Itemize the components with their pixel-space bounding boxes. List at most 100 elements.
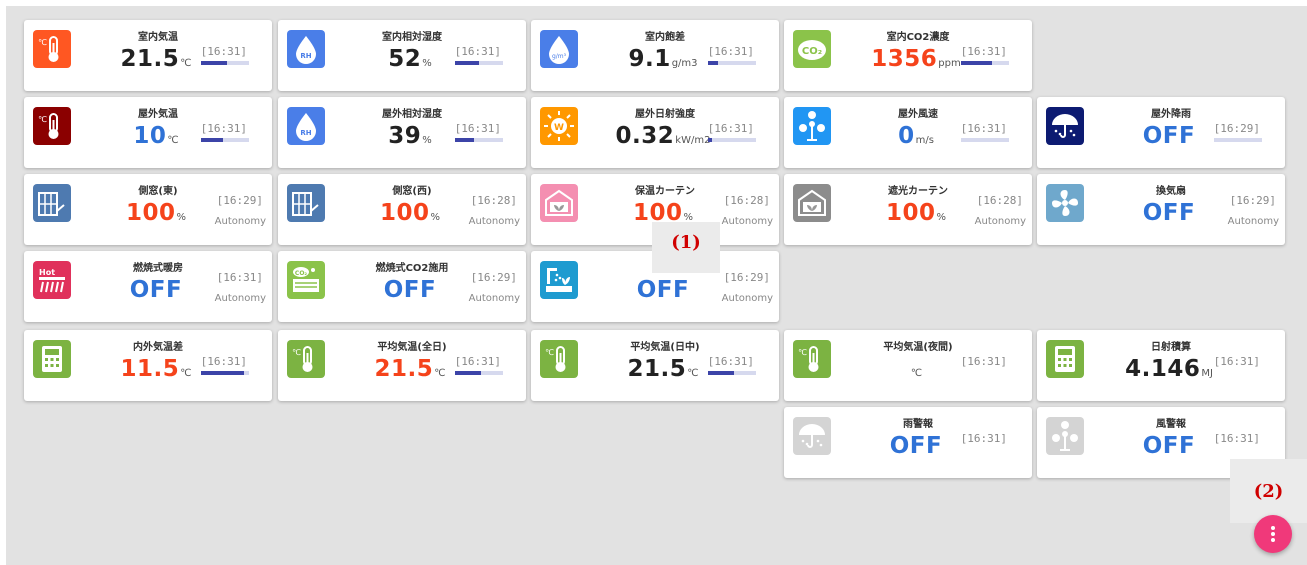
card-timestamp: [16:31] <box>216 271 263 284</box>
card-unit: MJ <box>1201 368 1213 379</box>
card-timestamp: [16:31] <box>707 355 754 368</box>
card-value-row: OFF <box>336 277 484 303</box>
fan-icon <box>1046 184 1084 222</box>
sensor-card[interactable]: 側窓(西) 100% [16:28] Autonomy <box>278 174 526 245</box>
level-bar <box>201 138 249 142</box>
card-value: 0 <box>898 123 915 149</box>
level-bar-fill <box>201 138 223 142</box>
card-value-row: OFF <box>589 277 737 303</box>
card-title: 雨警報 <box>903 419 933 430</box>
sensor-card[interactable]: ℃ 平均気温(全日) 21.5℃ [16:31] <box>278 330 526 401</box>
card-value-row: OFF <box>82 277 230 303</box>
sensor-card[interactable]: 遮光カーテン 100% [16:28] Autonomy <box>784 174 1032 245</box>
card-title: 屋外降雨 <box>1151 109 1191 120</box>
level-bar-fill <box>201 61 228 65</box>
sensor-card[interactable]: 側窓(東) 100% [16:29] Autonomy <box>24 174 272 245</box>
card-unit: ℃ <box>180 58 192 69</box>
level-bar <box>1214 138 1262 142</box>
card-title: 側窓(東) <box>138 186 178 197</box>
card-unit: % <box>936 212 947 223</box>
card-timestamp: [16:28] <box>976 194 1023 207</box>
svg-text:RH: RH <box>300 129 311 137</box>
sensor-card[interactable]: 換気扇 OFF [16:29] Autonomy <box>1037 174 1285 245</box>
card-unit: ℃ <box>167 135 179 146</box>
anemometer-icon <box>1046 417 1084 455</box>
sensor-card[interactable]: CO₂ 燃焼式CO2施用 OFF [16:29] Autonomy <box>278 251 526 322</box>
level-bar <box>708 61 756 65</box>
autonomy-label: Autonomy <box>468 293 520 304</box>
card-value: OFF <box>129 277 183 303</box>
sensor-card[interactable]: W 屋外日射強度 0.32kW/m2 [16:31] <box>531 97 779 168</box>
card-timestamp: [16:29] <box>216 194 263 207</box>
more-menu-button[interactable] <box>1254 515 1292 553</box>
sensor-card[interactable]: Hot 燃焼式暖房 OFF [16:31] Autonomy <box>24 251 272 322</box>
autonomy-label: Autonomy <box>214 216 266 227</box>
card-unit: kW/m2 <box>675 135 711 146</box>
sensor-card[interactable]: 屋外風速 0m/s [16:31] <box>784 97 1032 168</box>
card-value: 1356 <box>871 46 938 72</box>
card-title: 平均気温(夜間) <box>883 342 953 353</box>
card-timestamp: [16:31] <box>1213 355 1260 368</box>
card-value: 100 <box>885 200 936 226</box>
thermometer-icon: ℃ <box>793 340 831 378</box>
card-value: OFF <box>636 277 690 303</box>
card-value: 21.5 <box>120 46 180 72</box>
card-title: 平均気温(日中) <box>630 342 700 353</box>
anemometer-icon <box>793 107 831 145</box>
sensor-card[interactable]: 日射積算 4.146MJ [16:31] <box>1037 330 1285 401</box>
humidity-rh-icon: RH <box>287 107 325 145</box>
level-bar-fill <box>961 61 993 65</box>
svg-text:W: W <box>554 123 564 133</box>
sensor-card[interactable]: RH 屋外相対湿度 39% [16:31] <box>278 97 526 168</box>
co2-icon: CO₂ <box>793 30 831 68</box>
card-timestamp: [16:31] <box>960 355 1007 368</box>
calculator-icon <box>33 340 71 378</box>
card-title: 燃焼式暖房 <box>133 263 183 274</box>
card-value: 21.5 <box>627 356 687 382</box>
level-bar-fill <box>708 371 735 375</box>
level-bar-fill <box>455 371 482 375</box>
level-bar <box>455 371 503 375</box>
autonomy-label: Autonomy <box>974 216 1026 227</box>
sensor-card[interactable]: ℃ 平均気温(日中) 21.5℃ [16:31] <box>531 330 779 401</box>
card-unit: % <box>430 212 441 223</box>
level-bar <box>201 61 249 65</box>
sensor-card[interactable]: ℃ 室内気温 21.5℃ [16:31] <box>24 20 272 91</box>
greenhouse-curtain-icon <box>540 184 578 222</box>
card-timestamp: [16:31] <box>707 45 754 58</box>
card-timestamp: [16:31] <box>200 122 247 135</box>
card-title: 屋外風速 <box>898 109 938 120</box>
card-timestamp: [16:31] <box>454 122 501 135</box>
level-bar <box>201 371 249 375</box>
card-unit: ℃ <box>180 368 192 379</box>
card-value: 4.146 <box>1125 356 1201 382</box>
marker-2: (2) <box>1230 459 1307 523</box>
sensor-card[interactable]: CO₂ 室内CO2濃度 1356ppm [16:31] <box>784 20 1032 91</box>
sensor-card[interactable]: g/m³ 室内飽差 9.1g/m3 [16:31] <box>531 20 779 91</box>
thermometer-icon: ℃ <box>287 340 325 378</box>
sensor-card[interactable]: 内外気温差 11.5℃ [16:31] <box>24 330 272 401</box>
card-title: 内外気温差 <box>133 342 183 353</box>
level-bar-fill <box>455 138 475 142</box>
sensor-card[interactable]: 屋外降雨 OFF [16:29] <box>1037 97 1285 168</box>
card-timestamp: [16:31] <box>454 45 501 58</box>
level-bar-fill <box>708 138 712 142</box>
humidity-rh-icon: RH <box>287 30 325 68</box>
sensor-card[interactable]: 雨警報 OFF [16:31] <box>784 407 1032 478</box>
card-value: 52 <box>388 46 422 72</box>
autonomy-label: Autonomy <box>721 293 773 304</box>
card-title: 風警報 <box>1156 419 1186 430</box>
card-timestamp: [16:29] <box>723 271 770 284</box>
svg-text:℃: ℃ <box>545 348 554 357</box>
card-title: 燃焼式CO2施用 <box>375 263 449 274</box>
svg-text:℃: ℃ <box>292 348 301 357</box>
card-unit: ℃ <box>434 368 446 379</box>
sensor-card[interactable]: ℃ 平均気温(夜間) ℃ [16:31] <box>784 330 1032 401</box>
sensor-card[interactable]: ℃ 屋外気温 10℃ [16:31] <box>24 97 272 168</box>
card-unit: ℃ <box>910 368 923 379</box>
thermometer-icon: ℃ <box>540 340 578 378</box>
sensor-card[interactable]: RH 室内相対湿度 52% [16:31] <box>278 20 526 91</box>
card-value: 100 <box>379 200 430 226</box>
more-vert-icon <box>1271 526 1275 542</box>
card-value: OFF <box>383 277 437 303</box>
